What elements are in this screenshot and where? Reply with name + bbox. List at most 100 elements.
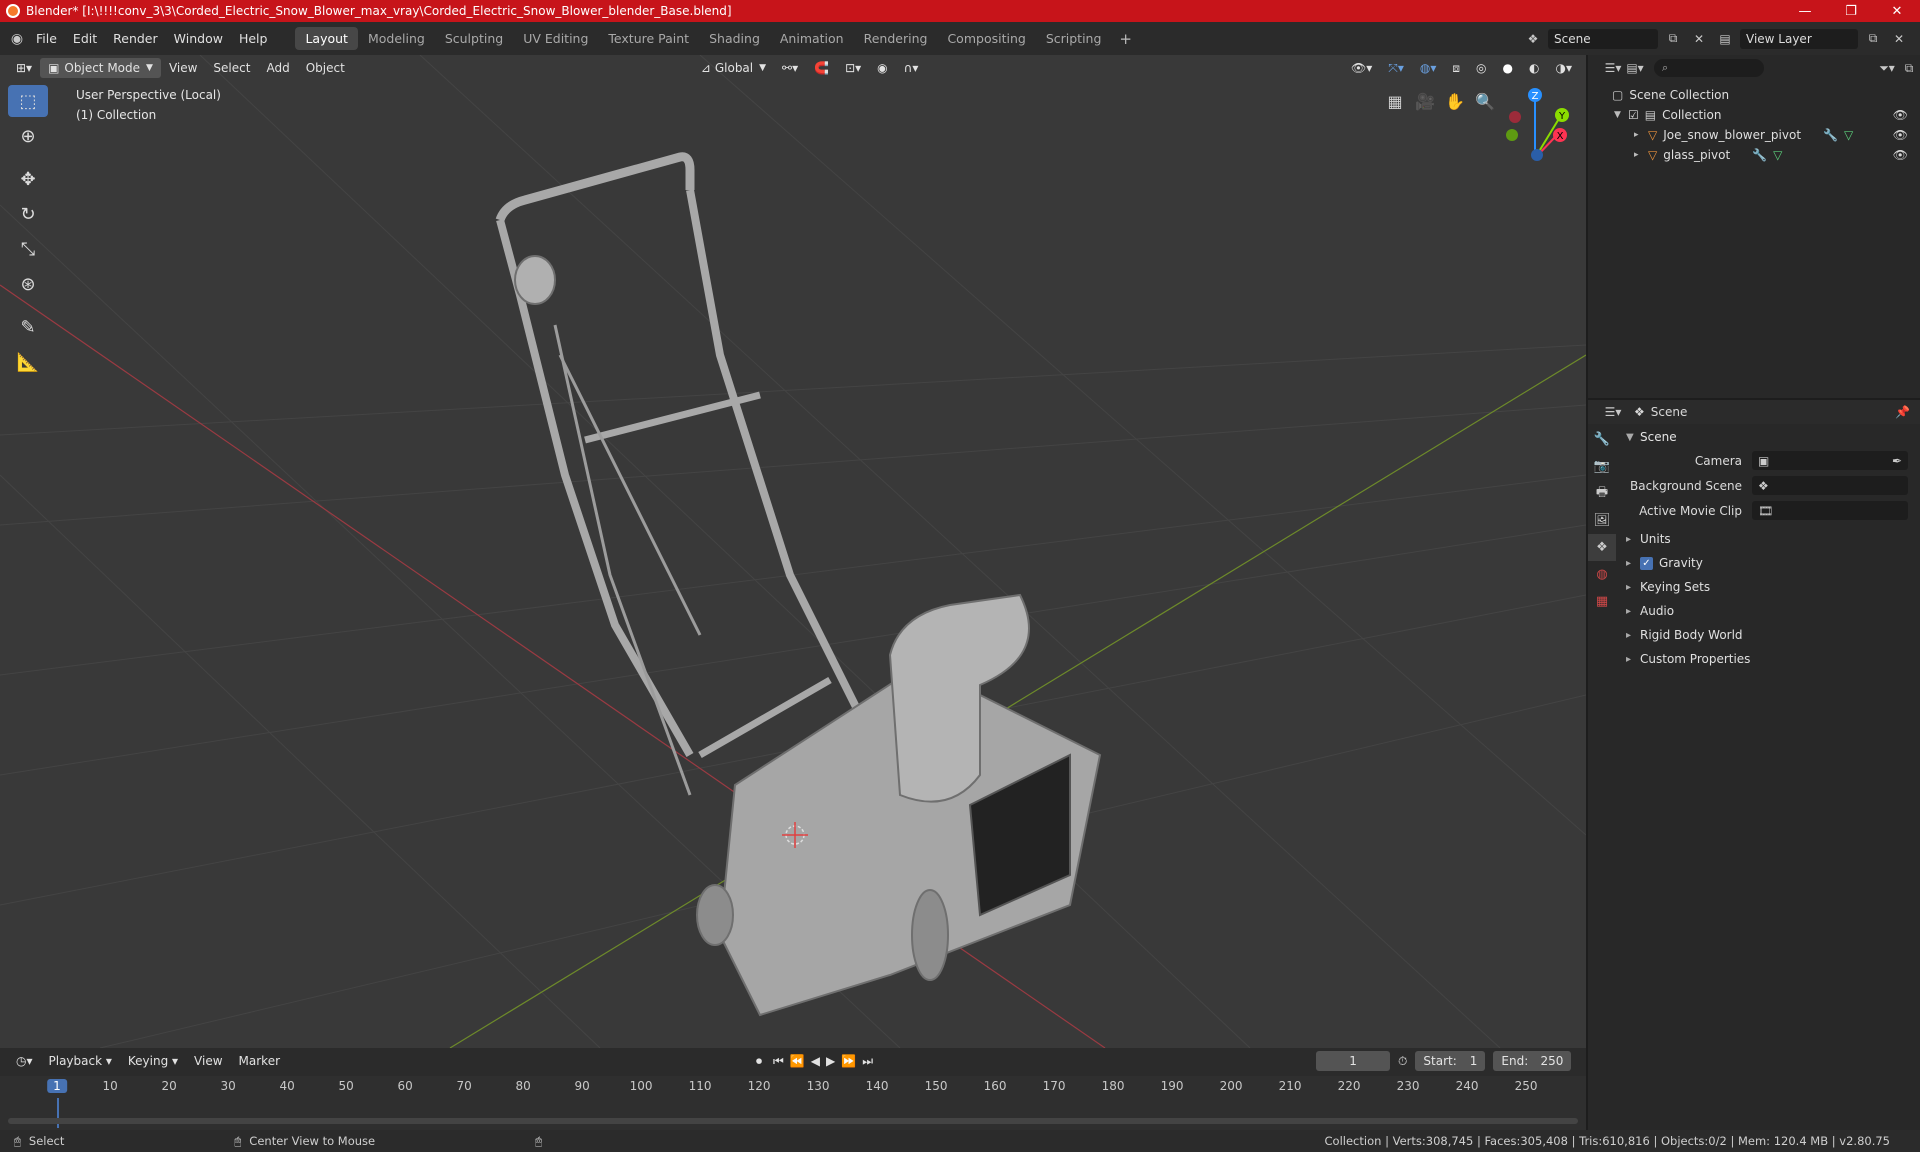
tab-scripting[interactable]: Scripting [1036, 27, 1112, 50]
camera-field[interactable]: ▣ ✒ [1752, 451, 1908, 470]
menu-edit[interactable]: Edit [65, 28, 105, 49]
mesh-data-icon[interactable]: ▽ [1773, 148, 1782, 162]
mesh-data-icon[interactable]: ▽ [1844, 128, 1853, 142]
annotate-icon[interactable]: ✎ [8, 311, 48, 343]
menu-object[interactable]: Object [298, 58, 353, 78]
eye-icon[interactable]: 👁 [1893, 148, 1908, 162]
play-reverse-icon[interactable]: ◀ [808, 1051, 823, 1071]
maximize-button[interactable]: ❐ [1828, 0, 1874, 22]
visibility-icon[interactable]: 👁▾ [1343, 58, 1380, 78]
xray-icon[interactable]: ⧈ [1444, 58, 1468, 78]
rigid-body-world-panel-header[interactable]: ▸ Rigid Body World [1620, 623, 1916, 647]
render-tab-icon[interactable]: 📷 [1588, 453, 1616, 480]
outliner-object-row[interactable]: ▸ ▽ glass_pivot 🔧 ▽ 👁 [1588, 145, 1920, 165]
menu-window[interactable]: Window [166, 28, 231, 49]
properties-editor-type-icon[interactable]: ☰▾ [1602, 402, 1624, 422]
mode-dropdown[interactable]: ▣ Object Mode ▼ [40, 58, 161, 78]
next-keyframe-icon[interactable]: ⏩ [838, 1051, 859, 1071]
audio-panel-header[interactable]: ▸ Audio [1620, 599, 1916, 623]
cursor-icon[interactable]: ⊕ [8, 120, 48, 152]
expand-arrow-icon[interactable]: ▼ [1614, 110, 1628, 120]
jump-start-icon[interactable]: ⏮ [770, 1051, 787, 1071]
tab-modeling[interactable]: Modeling [358, 27, 435, 50]
start-frame-field[interactable]: Start: 1 [1415, 1051, 1486, 1071]
units-panel-header[interactable]: ▸ Units [1620, 527, 1916, 551]
editor-type-icon[interactable]: ⊞▾ [8, 58, 40, 78]
outliner-collection-row[interactable]: ▼ ☑ ▤ Collection 👁 [1588, 105, 1920, 125]
scene-tab-icon[interactable]: ❖ [1588, 534, 1616, 561]
delete-scene-icon[interactable]: ✕ [1688, 29, 1710, 49]
measure-icon[interactable]: 📐 [8, 346, 48, 378]
menu-file[interactable]: File [28, 28, 65, 49]
eye-icon[interactable]: 👁 [1893, 128, 1908, 142]
pan-hand-icon[interactable]: ✋ [1440, 86, 1470, 116]
tab-layout[interactable]: Layout [295, 27, 358, 50]
proportional-edit-icon[interactable]: ◉ [869, 58, 895, 78]
menu-keying[interactable]: Keying ▾ [120, 1051, 186, 1071]
menu-render[interactable]: Render [105, 28, 166, 49]
overlays-icon[interactable]: ◍▾ [1412, 58, 1445, 78]
menu-view[interactable]: View [161, 58, 205, 78]
falloff-icon[interactable]: ∩▾ [896, 58, 927, 78]
view-layer-tab-icon[interactable]: 🖼 [1588, 507, 1616, 534]
camera-view-icon[interactable]: 🎥 [1410, 86, 1440, 116]
output-tab-icon[interactable]: 🖶 [1588, 480, 1616, 507]
expand-arrow-icon[interactable]: ▸ [1634, 150, 1648, 160]
select-box-icon[interactable]: ⬚ [8, 85, 48, 117]
scene-panel-header[interactable]: ▼ Scene [1620, 426, 1916, 448]
jump-end-icon[interactable]: ⏭ [859, 1051, 876, 1071]
delete-view-layer-icon[interactable]: ✕ [1888, 29, 1910, 49]
toggle-perspective-icon[interactable]: ▦ [1380, 86, 1410, 116]
modifier-wrench-icon[interactable]: 🔧 [1752, 148, 1767, 162]
expand-arrow-icon[interactable]: ▸ [1634, 130, 1648, 140]
scene-name-field[interactable]: Scene [1548, 28, 1658, 49]
new-scene-icon[interactable]: ⧉ [1662, 29, 1684, 49]
keying-sets-panel-header[interactable]: ▸ Keying Sets [1620, 575, 1916, 599]
blender-menu-icon[interactable]: ◉ [6, 29, 28, 49]
gravity-panel-header[interactable]: ▸ ✓ Gravity [1620, 551, 1916, 575]
outliner-object-row[interactable]: ▸ ▽ Joe_snow_blower_pivot 🔧 ▽ 👁 [1588, 125, 1920, 145]
tool-tab-icon[interactable]: 🔧 [1588, 426, 1616, 453]
add-workspace-button[interactable]: + [1111, 28, 1140, 50]
pin-icon[interactable]: 📌 [1895, 405, 1910, 419]
3d-viewport[interactable]: Z Y X ⊞▾ ▣ Object Mode ▼ View Select Add… [0, 55, 1586, 1048]
wireframe-shading-icon[interactable]: ◎ [1468, 58, 1494, 78]
rendered-shading-icon[interactable]: ◑▾ [1548, 58, 1581, 78]
minimize-button[interactable]: — [1782, 0, 1828, 22]
timeline-ruler[interactable]: 1 10 20 30 40 50 60 70 80 90 100 110 120 130 140 150 160… [0, 1076, 1586, 1130]
zoom-icon[interactable]: 🔍 [1470, 86, 1500, 116]
current-frame-field[interactable]: 1 [1316, 1051, 1391, 1071]
filter-icon[interactable]: ⏷▾ [1876, 58, 1898, 78]
background-scene-field[interactable]: ❖ [1752, 476, 1908, 495]
gizmo-toggle-icon[interactable]: ⤧▾ [1380, 58, 1412, 78]
timeline-scrollbar[interactable] [8, 1118, 1578, 1124]
snap-target-icon[interactable]: ⊡▾ [837, 58, 869, 78]
prev-keyframe-icon[interactable]: ⏪ [787, 1051, 808, 1071]
menu-add[interactable]: Add [258, 58, 297, 78]
new-collection-icon[interactable]: ⧉ [1898, 58, 1920, 78]
gravity-checkbox[interactable]: ✓ [1640, 556, 1653, 570]
tab-uv-editing[interactable]: UV Editing [513, 27, 598, 50]
pivot-point-icon[interactable]: ⚯▾ [774, 58, 806, 78]
outliner-scene-collection[interactable]: ▢ Scene Collection [1588, 85, 1920, 105]
solid-shading-icon[interactable]: ● [1495, 58, 1521, 78]
snap-icon[interactable]: 🧲 [806, 58, 837, 78]
orientation-dropdown[interactable]: ⊿ Global ▼ [693, 58, 774, 78]
transform-icon[interactable]: ⊛ [8, 268, 48, 300]
checkbox-icon[interactable]: ☑ [1628, 108, 1639, 122]
eyedropper-icon[interactable]: ✒ [1892, 454, 1902, 468]
menu-playback[interactable]: Playback ▾ [41, 1051, 120, 1071]
scene-selector-icon[interactable]: ❖ [1522, 29, 1544, 49]
new-view-layer-icon[interactable]: ⧉ [1862, 29, 1884, 49]
tab-animation[interactable]: Animation [770, 27, 854, 50]
play-icon[interactable]: ▶ [823, 1051, 838, 1071]
view-layer-selector-icon[interactable]: ▤ [1714, 29, 1736, 49]
close-window-button[interactable]: ✕ [1874, 0, 1920, 22]
world-tab-icon[interactable]: ◍ [1588, 561, 1616, 588]
rotate-icon[interactable]: ↻ [8, 198, 48, 230]
menu-help[interactable]: Help [231, 28, 276, 49]
menu-marker[interactable]: Marker [231, 1051, 288, 1071]
record-icon[interactable]: ⏺ [748, 1051, 770, 1071]
snow-blower-model[interactable] [495, 152, 1102, 1017]
move-icon[interactable]: ✥ [8, 163, 48, 195]
